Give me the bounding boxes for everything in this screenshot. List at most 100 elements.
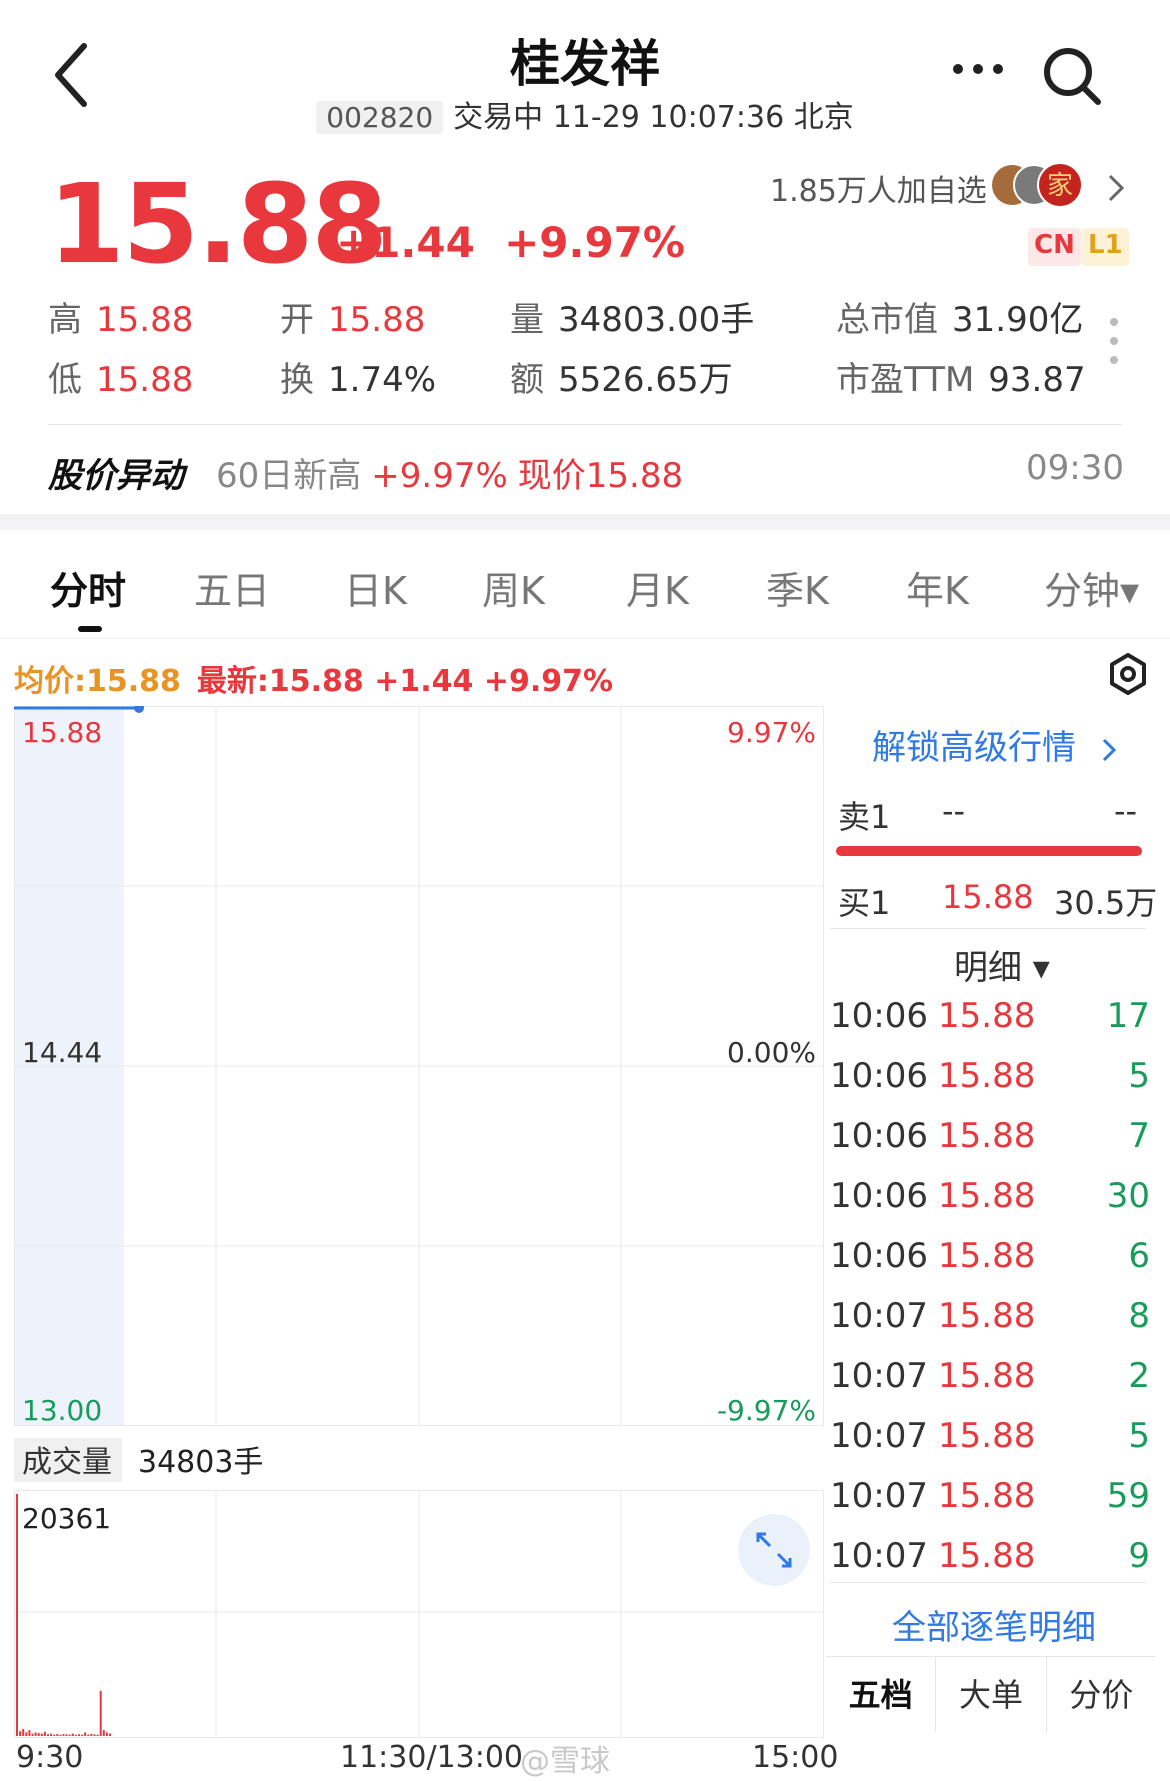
bid-ask-ratio-bar — [836, 846, 1142, 856]
stat-low: 低 15.88 — [48, 360, 194, 400]
volume-bar — [102, 1730, 105, 1736]
chart-info-line: 均价:15.88 最新:15.88 +1.44 +9.97% — [14, 656, 613, 700]
watchers-count[interactable]: 1.85万人加自选 — [770, 166, 987, 210]
watcher-avatars[interactable]: 家 — [990, 160, 1090, 210]
active-tab-indicator — [78, 626, 102, 632]
volume-label: 成交量 — [22, 1445, 112, 1480]
tab-price-distribution[interactable]: 分价 — [1047, 1657, 1156, 1732]
volume-bar — [34, 1732, 37, 1736]
order-book-tabs: 五档 大单 分价 — [826, 1656, 1156, 1732]
x-label-open: 9:30 — [16, 1740, 84, 1775]
stock-subline: 002820 交易中 11-29 10:07:36 北京 — [0, 92, 1170, 136]
buy1-volume: 30.5万 — [1054, 884, 1158, 922]
unlock-advanced-quotes-link[interactable]: 解锁高级行情 — [872, 720, 1119, 769]
volume-bar — [22, 1728, 25, 1736]
expand-stats-icon[interactable] — [1108, 316, 1120, 366]
l1-badge: L1 — [1082, 228, 1129, 266]
stock-code-badge: 002820 — [316, 101, 444, 134]
tab-weekly-k[interactable]: 周K — [482, 560, 545, 615]
divider — [830, 1582, 1146, 1583]
trade-row: 10:07 15.88 5 — [830, 1416, 1150, 1456]
tab-monthly-k[interactable]: 月K — [626, 560, 689, 615]
latest-price-dot — [134, 706, 144, 713]
x-label-midday: 11:30/13:00 — [340, 1740, 524, 1775]
buy1-label: 买1 — [838, 884, 891, 922]
volume-bar — [56, 1733, 59, 1736]
settings-gear-icon[interactable] — [1106, 652, 1150, 696]
y-label-mid: 14.44 — [22, 1036, 102, 1069]
price-alert-time: 09:30 — [1026, 448, 1124, 488]
trade-row: 10:06 15.88 6 — [830, 1236, 1150, 1276]
tab-yearly-k[interactable]: 年K — [906, 560, 969, 615]
price-alert-text[interactable]: 60日新高 +9.97% 现价15.88 — [216, 448, 683, 497]
volume-bar — [96, 1734, 99, 1736]
trade-row: 10:07 15.88 59 — [830, 1476, 1150, 1516]
volume-max-label: 20361 — [22, 1502, 111, 1535]
pct-label-top: 9.97% — [727, 716, 816, 749]
change-amount: +1.44 — [336, 218, 475, 267]
volume-bar — [59, 1734, 62, 1736]
stat-amount: 额 5526.65万 — [510, 360, 733, 400]
divider — [48, 424, 1122, 425]
tab-five-levels[interactable]: 五档 — [826, 1657, 937, 1732]
buy1-price: 15.88 — [942, 878, 1034, 916]
volume-bar — [16, 1494, 18, 1736]
all-trade-details-link[interactable]: 全部逐笔明细 — [892, 1600, 1096, 1649]
volume-bar — [47, 1734, 49, 1736]
volume-bar — [71, 1733, 74, 1736]
tab-intraday[interactable]: 分时 — [50, 560, 126, 615]
intraday-chart[interactable]: 15.88 14.44 13.00 9.97% 0.00% -9.97% 成交量… — [14, 706, 824, 1738]
trade-row: 10:07 15.88 9 — [830, 1536, 1150, 1576]
stat-volume: 量 34803.00手 — [510, 300, 755, 340]
y-label-bottom: 13.00 — [22, 1394, 102, 1427]
divider — [830, 928, 1146, 929]
cn-badge: CN — [1028, 228, 1081, 266]
search-icon[interactable] — [1040, 44, 1106, 110]
trade-row: 10:06 15.88 7 — [830, 1116, 1150, 1156]
volume-bar — [81, 1734, 84, 1736]
volume-bar — [50, 1733, 53, 1736]
trade-details-dropdown[interactable]: 明细 ▾ — [954, 940, 1050, 989]
tab-quarterly-k[interactable]: 季K — [766, 560, 829, 615]
sell1-volume: -- — [1114, 792, 1138, 830]
more-icon[interactable] — [948, 54, 1008, 84]
volume-bar — [68, 1734, 71, 1736]
x-label-close: 15:00 — [752, 1740, 839, 1775]
volume-bar — [87, 1734, 90, 1736]
volume-bar — [105, 1732, 108, 1736]
tab-five-day[interactable]: 五日 — [194, 560, 270, 615]
fullscreen-button[interactable] — [738, 1514, 810, 1586]
latest-price: 最新:15.88 +1.44 +9.97% — [196, 664, 614, 699]
volume-bar — [93, 1734, 96, 1736]
volume-bar — [65, 1734, 68, 1736]
chevron-right-icon[interactable] — [1104, 170, 1128, 206]
volume-bar — [31, 1733, 34, 1736]
sell1-label: 卖1 — [838, 798, 891, 836]
volume-bar — [19, 1731, 22, 1736]
tab-large-orders[interactable]: 大单 — [936, 1657, 1047, 1732]
stat-pe-ttm: 市盈TTM 93.87 — [836, 360, 1086, 400]
change-percent: +9.97% — [504, 218, 685, 267]
stat-market-cap: 总市值 31.90亿 — [836, 300, 1084, 340]
tab-minute[interactable]: 分钟▾ — [1044, 560, 1139, 615]
volume-bar — [37, 1733, 40, 1736]
stat-turnover: 换 1.74% — [280, 360, 437, 400]
volume-bar — [62, 1734, 65, 1736]
trade-row: 10:06 15.88 5 — [830, 1056, 1150, 1096]
volume-total: 34803手 — [138, 1445, 263, 1480]
pct-label-mid: 0.00% — [727, 1036, 816, 1069]
trade-row: 10:06 15.88 17 — [830, 996, 1150, 1036]
y-label-top: 15.88 — [22, 716, 102, 749]
section-separator — [0, 514, 1170, 530]
tab-daily-k[interactable]: 日K — [344, 560, 407, 615]
price-alert-label[interactable]: 股价异动 — [48, 448, 184, 497]
volume-bar — [90, 1733, 93, 1736]
trade-row: 10:06 15.88 30 — [830, 1176, 1150, 1216]
chart-grid — [14, 706, 824, 1738]
watermark: @雪球 — [520, 1744, 610, 1779]
volume-bar — [40, 1733, 43, 1736]
volume-bar — [53, 1734, 56, 1736]
price-change: +1.44 +9.97% — [336, 218, 685, 267]
volume-bar — [28, 1730, 31, 1736]
volume-bar — [99, 1690, 102, 1736]
